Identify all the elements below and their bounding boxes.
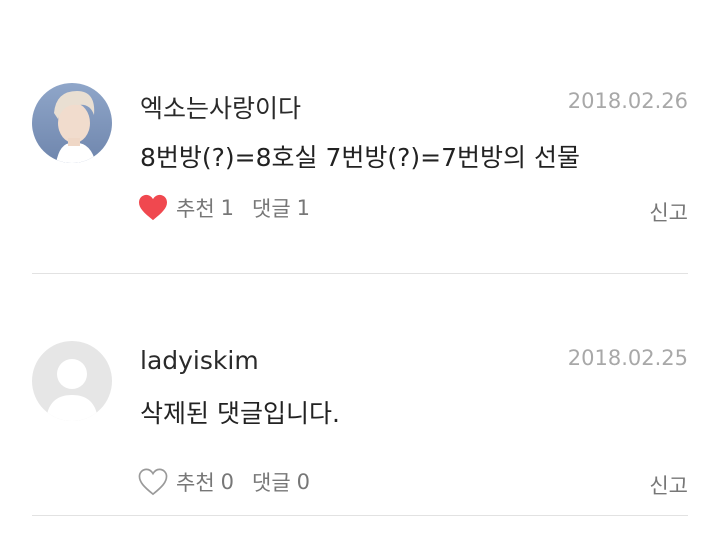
reply-count: 1 bbox=[296, 196, 311, 220]
comment-author[interactable]: 엑소는사랑이다 bbox=[140, 89, 301, 125]
heart-filled-icon[interactable] bbox=[138, 194, 168, 222]
comment-date: 2018.02.25 bbox=[567, 346, 688, 370]
report-button[interactable]: 신고 bbox=[649, 470, 688, 500]
default-avatar-icon bbox=[32, 341, 112, 421]
recommend-label[interactable]: 추천 bbox=[176, 193, 215, 223]
report-button[interactable]: 신고 bbox=[649, 197, 688, 227]
recommend-count: 0 bbox=[220, 470, 235, 494]
comment-actions: 추천 1 댓글 1 bbox=[138, 193, 328, 223]
comment-item: ladyiskim 2018.02.25 삭제된 댓글입니다. 추천 0 댓글 … bbox=[0, 274, 720, 516]
avatar[interactable] bbox=[32, 83, 112, 163]
user-photo-icon bbox=[32, 83, 112, 163]
reply-label[interactable]: 댓글 bbox=[252, 467, 291, 497]
comment-date: 2018.02.26 bbox=[567, 89, 688, 113]
reply-label[interactable]: 댓글 bbox=[252, 193, 291, 223]
comment-author[interactable]: ladyiskim bbox=[140, 346, 259, 375]
comment-text: 삭제된 댓글입니다. bbox=[140, 399, 340, 428]
divider bbox=[32, 515, 688, 516]
comment-text: 8번방(?)=8호실 7번방(?)=7번방의 선물 bbox=[140, 143, 580, 172]
comment-actions: 추천 0 댓글 0 bbox=[138, 467, 328, 497]
reply-count: 0 bbox=[296, 470, 311, 494]
avatar[interactable] bbox=[32, 341, 112, 421]
recommend-label[interactable]: 추천 bbox=[176, 467, 215, 497]
heart-outline-icon[interactable] bbox=[138, 468, 168, 496]
recommend-count: 1 bbox=[220, 196, 235, 220]
comment-item: 엑소는사랑이다 2018.02.26 8번방(?)=8호실 7번방(?)=7번방… bbox=[0, 0, 720, 274]
